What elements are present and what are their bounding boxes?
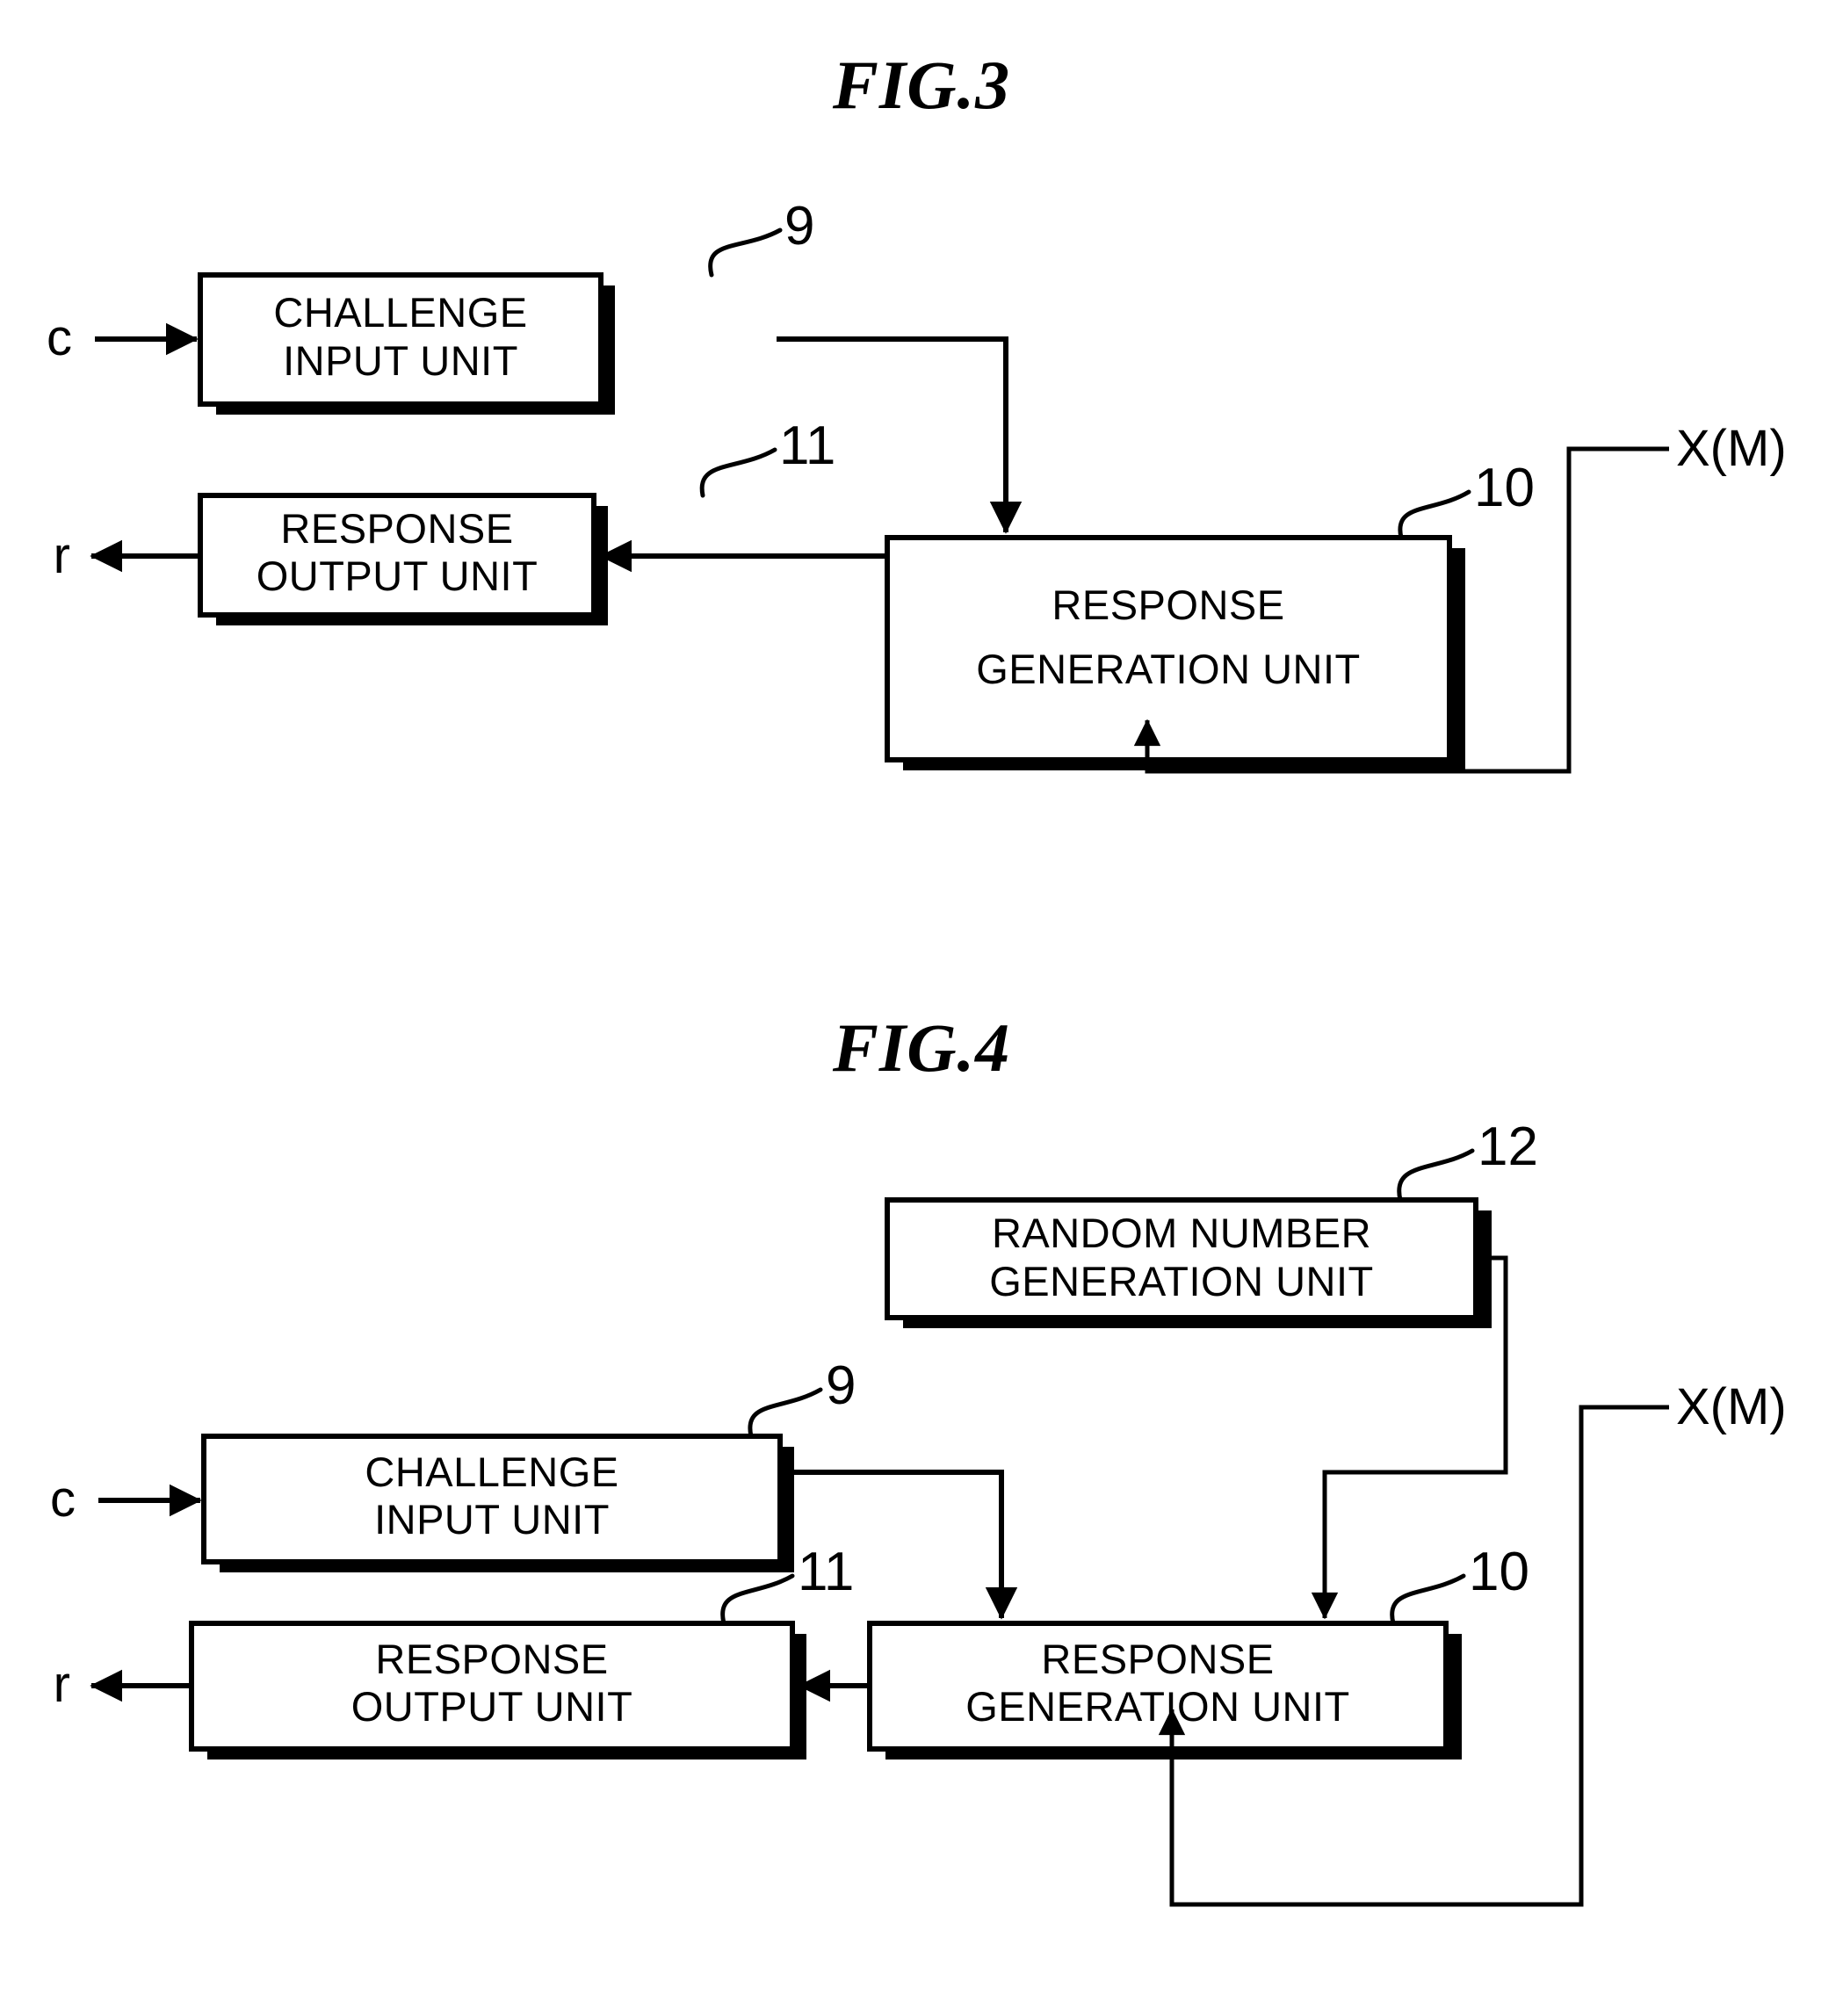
block-label-line2: GENERATION UNIT (965, 1683, 1349, 1730)
leader-line-12 (1397, 1148, 1475, 1203)
leader-line-9 (748, 1387, 823, 1439)
block-label-line2: OUTPUT UNIT (351, 1683, 633, 1730)
leader-line-11 (699, 447, 777, 498)
signal-challenge-in-fig4: c (50, 1470, 202, 1528)
signal-label-r: r (54, 1656, 70, 1713)
ref-number-9: 9 (826, 1355, 856, 1416)
block-response-output-unit-fig4: RESPONSE OUTPUT UNIT 11 (189, 1542, 854, 1759)
block-response-generation-unit-fig3: RESPONSE GENERATION UNIT 10 (885, 458, 1535, 770)
figure-diagrams: CHALLENGE INPUT UNIT 9 RESPONSE OUTPUT U… (47, 196, 1787, 1907)
block-label-line2: INPUT UNIT (374, 1496, 610, 1543)
block-label-line1: RESPONSE (1041, 1636, 1274, 1682)
leader-line-11 (720, 1573, 795, 1626)
block-response-generation-unit-fig4: RESPONSE GENERATION UNIT 10 (867, 1542, 1529, 1759)
leader-line-10 (1398, 489, 1471, 540)
block-label-line1: RESPONSE (375, 1636, 608, 1682)
block-challenge-input-unit-fig3: CHALLENGE INPUT UNIT 9 (198, 196, 814, 415)
ref-number-11: 11 (798, 1542, 854, 1602)
ref-number-9: 9 (784, 196, 814, 257)
signal-label-c: c (50, 1470, 76, 1528)
ref-number-11: 11 (779, 415, 835, 476)
signal-response-out-fig4: r (54, 1656, 190, 1713)
patent-drawing-sheet: FIG.3 FIG.4 CHALLENGE INPUT UNIT 9 RESPO… (0, 0, 1843, 2016)
block-label-line1: CHALLENGE (365, 1449, 618, 1495)
leader-line-10 (1390, 1573, 1466, 1626)
block-random-number-generation-unit-fig4: RANDOM NUMBER GENERATION UNIT 12 (885, 1116, 1538, 1328)
block-label-line1: RANDOM NUMBER (992, 1210, 1371, 1256)
signal-label-c: c (47, 309, 72, 366)
figure-4-diagram: RANDOM NUMBER GENERATION UNIT 12 CHALLEN… (50, 1116, 1787, 1907)
signal-label-xm: X(M) (1676, 420, 1787, 477)
signal-label-r: r (54, 527, 70, 584)
block-challenge-input-unit-fig4: CHALLENGE INPUT UNIT 9 (201, 1355, 856, 1572)
block-label-line2: GENERATION UNIT (976, 646, 1360, 692)
signal-challenge-in-fig3: c (47, 309, 199, 366)
block-response-output-unit-fig3: RESPONSE OUTPUT UNIT 11 (198, 415, 835, 625)
block-label-line1: CHALLENGE (273, 289, 527, 336)
block-label-line2: GENERATION UNIT (989, 1258, 1373, 1304)
ref-number-12: 12 (1478, 1116, 1538, 1177)
leader-line-9 (708, 228, 783, 278)
block-label-line2: OUTPUT UNIT (257, 553, 538, 599)
signal-response-out-fig3: r (54, 527, 199, 584)
block-label-line1: RESPONSE (280, 505, 513, 552)
ref-number-10: 10 (1474, 458, 1535, 518)
ref-number-10: 10 (1469, 1542, 1529, 1602)
figure-3-diagram: CHALLENGE INPUT UNIT 9 RESPONSE OUTPUT U… (47, 196, 1787, 774)
block-label-line2: INPUT UNIT (283, 337, 518, 384)
signal-label-xm: X(M) (1676, 1378, 1787, 1435)
block-label-line1: RESPONSE (1052, 582, 1284, 628)
